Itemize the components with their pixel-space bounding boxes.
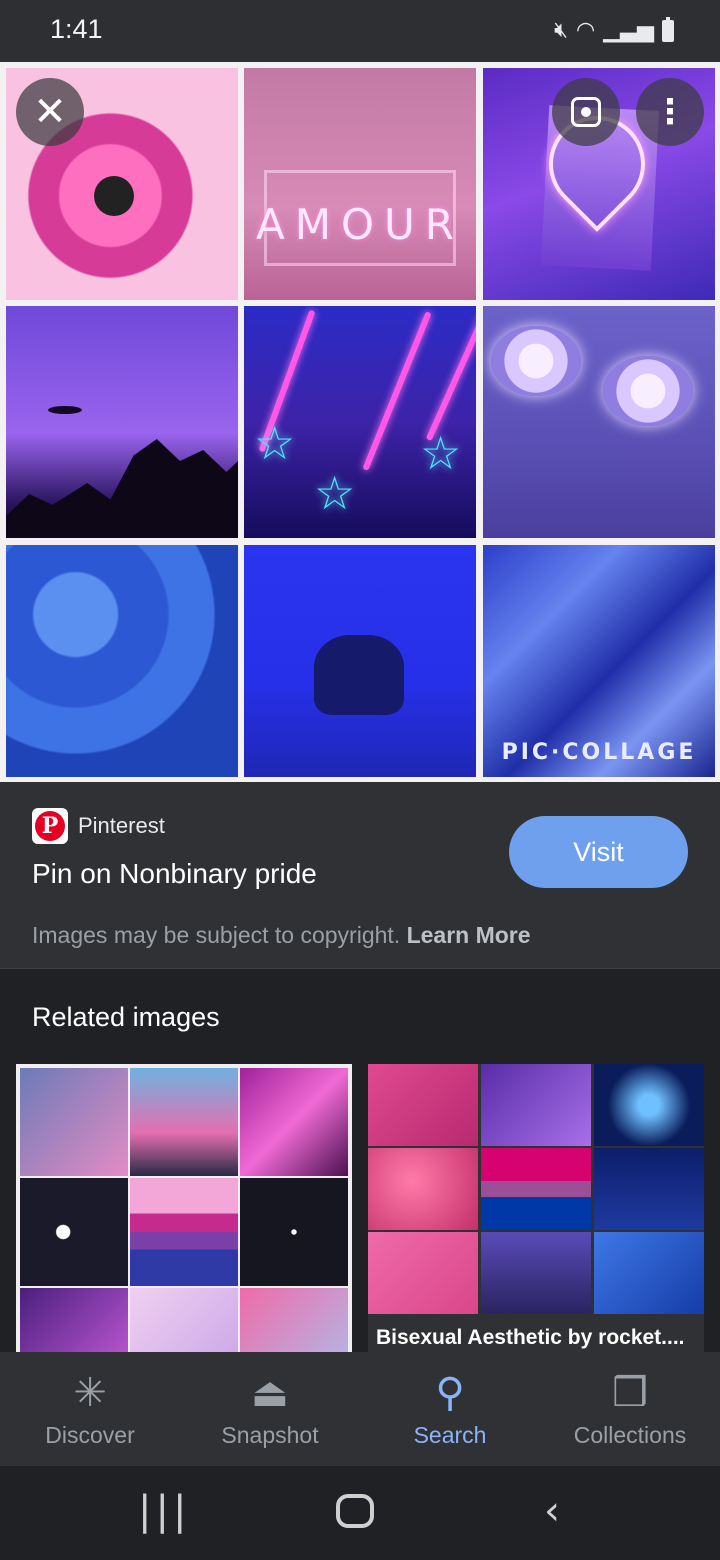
neon-star-icon: ☆ xyxy=(314,467,356,519)
related-thumb-cell xyxy=(368,1232,478,1314)
home-icon[interactable] xyxy=(336,1494,374,1528)
asterisk-icon: ✳ xyxy=(73,1370,107,1416)
neon-star-icon: ☆ xyxy=(420,427,462,479)
cd-hole xyxy=(94,176,134,216)
pic-collage-watermark: PIC·COLLAGE xyxy=(501,740,697,765)
lens-button[interactable] xyxy=(552,78,620,146)
related-thumb-cell xyxy=(240,1288,348,1354)
related-thumb-cell xyxy=(130,1288,238,1354)
bottom-navigation: ✳ Discover ⏏ Snapshot ⚲ Search ❒ Collect… xyxy=(0,1352,720,1466)
bookmarks-icon: ❒ xyxy=(612,1370,648,1416)
related-thumb-cell xyxy=(594,1232,704,1314)
collage-tile-ufo xyxy=(6,306,238,538)
nav-label: Search xyxy=(413,1422,487,1448)
nav-discover[interactable]: ✳ Discover xyxy=(0,1352,180,1466)
related-thumb-cell xyxy=(240,1068,348,1176)
back-icon[interactable]: ‹ xyxy=(544,1488,560,1534)
wifi-icon: ◠ xyxy=(576,18,596,43)
copyright-text: Images may be subject to copyright. xyxy=(32,922,401,948)
nav-snapshot[interactable]: ⏏ Snapshot xyxy=(180,1352,360,1466)
related-thumb-cell xyxy=(20,1178,128,1286)
pinterest-logo-icon: P xyxy=(32,808,68,844)
related-thumb-cell xyxy=(368,1064,478,1146)
search-icon: ⚲ xyxy=(435,1370,465,1416)
neon-rose xyxy=(603,356,693,426)
mute-icon: 🔇︎ xyxy=(554,18,569,43)
amour-neon-text: AMOUR xyxy=(256,200,464,249)
lens-icon xyxy=(571,97,601,127)
collage-tile-velvet: PIC·COLLAGE xyxy=(483,545,715,777)
related-image-caption: Bisexual Aesthetic by rocket.... xyxy=(376,1326,685,1349)
main-image[interactable]: AMOUR ☆ ☆ ☆ PIC·COLLAGE xyxy=(0,62,720,782)
deer-figurine xyxy=(314,635,404,715)
related-thumb-cell xyxy=(594,1148,704,1230)
visit-button[interactable]: Visit xyxy=(509,816,688,888)
status-time: 1:41 xyxy=(50,14,103,44)
divider xyxy=(0,968,720,969)
related-thumb-cell xyxy=(594,1064,704,1146)
ufo-shape xyxy=(48,406,82,414)
more-vert-icon: ⋮ xyxy=(653,93,687,131)
related-thumb-cell xyxy=(481,1232,591,1314)
related-thumb-cell xyxy=(130,1178,238,1286)
related-image-1[interactable] xyxy=(16,1064,352,1354)
battery-icon xyxy=(662,16,674,42)
related-thumb-cell xyxy=(481,1148,591,1230)
related-images-heading: Related images xyxy=(32,1002,220,1032)
learn-more-link[interactable]: Learn More xyxy=(407,922,531,948)
neon-streak xyxy=(425,310,476,442)
recents-icon[interactable]: ||| xyxy=(138,1488,190,1534)
source-row[interactable]: P Pinterest xyxy=(32,808,165,844)
status-icons: 🔇︎ ◠ ▁▃▅ xyxy=(554,16,674,43)
nav-label: Discover xyxy=(45,1422,135,1448)
related-thumb-cell xyxy=(240,1178,348,1286)
related-thumb-cell xyxy=(130,1068,238,1176)
nav-collections[interactable]: ❒ Collections xyxy=(540,1352,720,1466)
close-button[interactable]: ✕ xyxy=(16,78,84,146)
collage-tile-amour: AMOUR xyxy=(244,68,476,300)
related-image-2[interactable]: Bisexual Aesthetic by rocket.... xyxy=(368,1064,704,1354)
image-info-panel: P Pinterest Pin on Nonbinary pride Visit… xyxy=(0,782,720,968)
tree-silhouette xyxy=(6,439,238,538)
collage-tile-hydrangea xyxy=(6,545,238,777)
close-icon: ✕ xyxy=(33,90,67,134)
system-navigation-bar: ||| ‹ xyxy=(0,1466,720,1560)
snapshot-icon: ⏏ xyxy=(251,1370,289,1416)
neon-star-icon: ☆ xyxy=(254,417,296,469)
related-thumb-cell xyxy=(20,1288,128,1354)
nav-search[interactable]: ⚲ Search xyxy=(360,1352,540,1466)
nav-label: Snapshot xyxy=(221,1422,319,1448)
collage-tile-roses xyxy=(483,306,715,538)
related-thumb-cell xyxy=(368,1148,478,1230)
source-name: Pinterest xyxy=(78,813,165,838)
neon-rose xyxy=(491,326,581,396)
image-title[interactable]: Pin on Nonbinary pride xyxy=(32,858,317,890)
copyright-notice: Images may be subject to copyright. Lear… xyxy=(32,922,531,949)
more-options-button[interactable]: ⋮ xyxy=(636,78,704,146)
signal-icon: ▁▃▅ xyxy=(603,18,654,43)
collage-tile-neon-stars: ☆ ☆ ☆ xyxy=(244,306,476,538)
nav-label: Collections xyxy=(573,1422,687,1448)
related-thumb-cell xyxy=(481,1064,591,1146)
collage-tile-deer xyxy=(244,545,476,777)
related-thumb-cell xyxy=(20,1068,128,1176)
status-bar: 1:41 🔇︎ ◠ ▁▃▅ xyxy=(0,0,720,62)
